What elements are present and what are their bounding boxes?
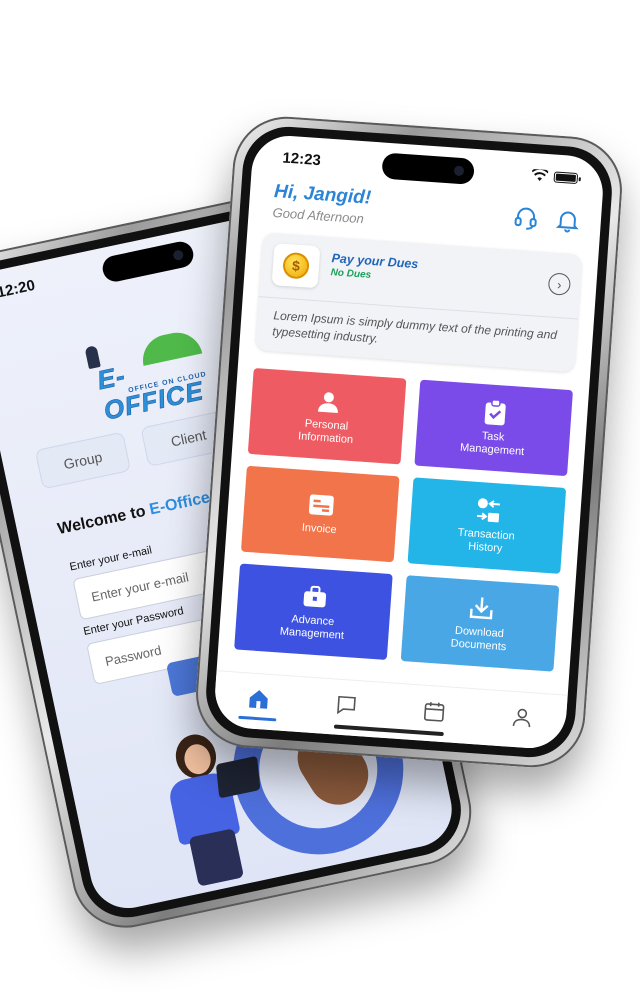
phone-bezel: 12:23 Hi, Jangid! Good Afternoon $ Pay y…: [203, 123, 615, 761]
welcome-brand: E-Office!: [147, 488, 217, 519]
download-icon: [467, 594, 495, 622]
home-icon: [249, 689, 268, 709]
dues-card[interactable]: $ Pay your Dues No Dues › Lorem Ipsum is…: [255, 232, 583, 373]
calendar-icon: [424, 701, 445, 722]
briefcase-icon: [301, 582, 329, 610]
greeting-block: Hi, Jangid! Good Afternoon: [272, 181, 372, 227]
login-type-segments: Group Client: [34, 409, 237, 490]
dues-status: No Dues: [330, 267, 372, 281]
tile-download-documents[interactable]: Download Documents: [400, 575, 560, 672]
clipboard-check-icon: [481, 398, 509, 427]
header-actions: [512, 204, 582, 235]
coin-badge: $: [271, 243, 321, 289]
tile-label: Download Documents: [450, 624, 507, 653]
welcome-heading: Welcome to E-Office!: [56, 488, 217, 539]
tile-invoice[interactable]: Invoice: [240, 465, 400, 563]
tile-label: Advance Management: [279, 612, 345, 642]
chevron-right-icon[interactable]: ›: [547, 272, 572, 296]
tile-label: Transaction History: [457, 526, 516, 555]
segment-group[interactable]: Group: [34, 431, 132, 490]
tab-home[interactable]: [234, 676, 283, 721]
status-time: 12:23: [281, 149, 322, 169]
notification-bell-icon[interactable]: [554, 207, 582, 235]
coin-icon: $: [282, 251, 310, 280]
eoffice-logo: E-OFFICE OFFICE ON CLOUD: [80, 320, 220, 426]
feature-grid: Personal Information Task Management Inv…: [234, 367, 574, 672]
dashboard-screen: 12:23 Hi, Jangid! Good Afternoon $ Pay y…: [212, 133, 606, 751]
profile-icon: [512, 708, 531, 727]
bottom-tab-bar: [212, 670, 568, 751]
welcome-prefix: Welcome to: [56, 501, 152, 539]
status-time: 12:20: [0, 276, 37, 301]
dashboard-phone: 12:23 Hi, Jangid! Good Afternoon $ Pay y…: [192, 113, 626, 771]
tile-label: Invoice: [301, 521, 338, 537]
system-icons: [531, 168, 579, 184]
battery-icon: [553, 170, 579, 184]
laptop-icon: [215, 755, 261, 799]
chat-icon: [337, 695, 356, 714]
tile-task-management[interactable]: Task Management: [414, 379, 574, 477]
tile-personal-information[interactable]: Personal Information: [247, 367, 407, 465]
tile-label: Task Management: [459, 429, 525, 458]
invoice-icon: [307, 491, 335, 519]
tab-profile[interactable]: [498, 695, 547, 740]
tab-chat[interactable]: [322, 682, 371, 727]
transaction-icon: [474, 496, 502, 524]
wifi-icon: [531, 168, 549, 181]
illustration-legs: [188, 828, 245, 887]
tab-calendar[interactable]: [410, 688, 459, 733]
support-headset-icon[interactable]: [512, 204, 540, 232]
tile-transaction-history[interactable]: Transaction History: [407, 477, 567, 574]
tile-label: Personal Information: [297, 417, 354, 446]
tile-advance-management[interactable]: Advance Management: [234, 563, 393, 660]
user-icon: [314, 387, 342, 415]
